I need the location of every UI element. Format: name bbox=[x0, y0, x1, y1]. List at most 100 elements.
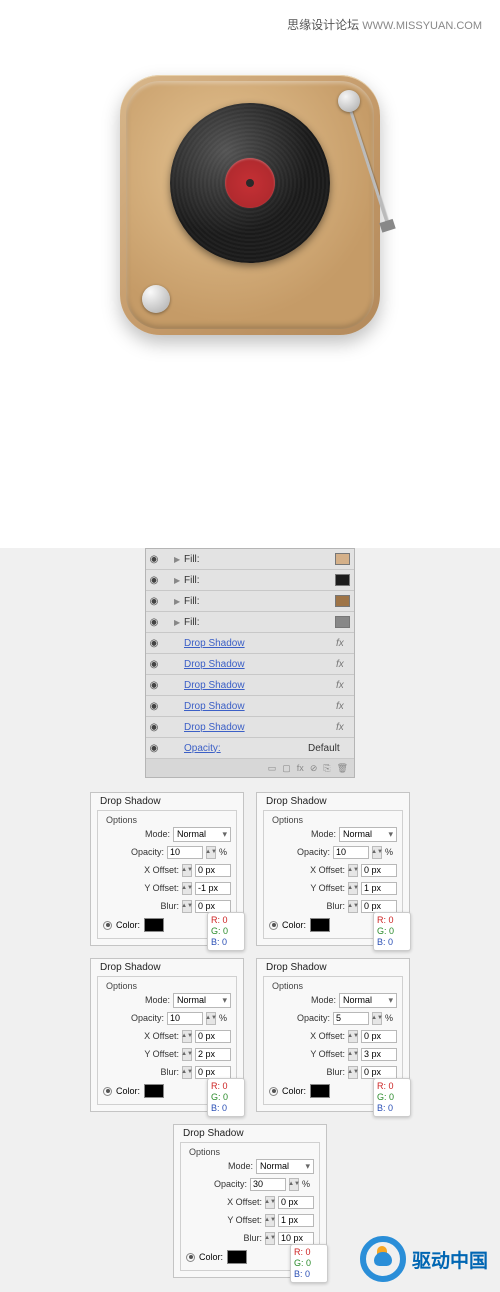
stepper-icon[interactable]: ▲▼ bbox=[182, 1048, 192, 1061]
yoffset-input[interactable]: 1 px bbox=[278, 1214, 314, 1227]
duplicate-icon[interactable]: ⎘ bbox=[323, 763, 330, 774]
effect-row[interactable]: ◉ Drop Shadow fx bbox=[146, 696, 354, 717]
visibility-icon[interactable]: ◉ bbox=[146, 680, 162, 691]
mode-select[interactable]: Normal bbox=[173, 993, 231, 1008]
disclosure-icon[interactable]: ▶ bbox=[174, 555, 184, 564]
opacity-row[interactable]: ◉ Opacity: Default bbox=[146, 738, 354, 759]
rgb-g: G: 0 bbox=[211, 926, 241, 937]
blur-input[interactable]: 0 px bbox=[195, 1066, 231, 1079]
visibility-icon[interactable]: ◉ bbox=[146, 617, 162, 628]
stepper-icon[interactable]: ▲▼ bbox=[265, 1232, 275, 1245]
color-swatch[interactable] bbox=[335, 616, 350, 628]
new-fill-icon[interactable]: ▭ bbox=[268, 763, 277, 774]
fill-row[interactable]: ◉ ▶ Fill: bbox=[146, 549, 354, 570]
fill-row[interactable]: ◉ ▶ Fill: bbox=[146, 570, 354, 591]
stepper-icon[interactable]: ▲▼ bbox=[265, 1196, 275, 1209]
effect-row[interactable]: ◉ Drop Shadow fx bbox=[146, 654, 354, 675]
effect-row[interactable]: ◉ Drop Shadow fx bbox=[146, 717, 354, 738]
stepper-icon[interactable]: ▲▼ bbox=[348, 864, 358, 877]
color-radio[interactable] bbox=[103, 1087, 112, 1096]
blur-input[interactable]: 0 px bbox=[361, 1066, 397, 1079]
visibility-icon[interactable]: ◉ bbox=[146, 596, 162, 607]
visibility-icon[interactable]: ◉ bbox=[146, 722, 162, 733]
stepper-icon[interactable]: ▲▼ bbox=[372, 846, 382, 859]
effect-link[interactable]: Drop Shadow bbox=[184, 680, 336, 691]
opacity-input[interactable]: 10 bbox=[167, 1012, 203, 1025]
color-radio[interactable] bbox=[186, 1253, 195, 1262]
yoffset-input[interactable]: 3 px bbox=[361, 1048, 397, 1061]
xoffset-input[interactable]: 0 px bbox=[361, 864, 397, 877]
color-swatch[interactable] bbox=[144, 1084, 164, 1098]
blur-input[interactable]: 10 px bbox=[278, 1232, 314, 1245]
effect-link[interactable]: Drop Shadow bbox=[184, 638, 336, 649]
fill-row[interactable]: ◉ ▶ Fill: bbox=[146, 612, 354, 633]
color-swatch[interactable] bbox=[310, 1084, 330, 1098]
opacity-input[interactable]: 10 bbox=[167, 846, 203, 859]
yoffset-input[interactable]: 1 px bbox=[361, 882, 397, 895]
opacity-input[interactable]: 10 bbox=[333, 846, 369, 859]
options-legend: Options bbox=[269, 981, 306, 991]
opacity-input[interactable]: 30 bbox=[250, 1178, 286, 1191]
stepper-icon[interactable]: ▲▼ bbox=[348, 1066, 358, 1079]
stepper-icon[interactable]: ▲▼ bbox=[372, 1012, 382, 1025]
visibility-icon[interactable]: ◉ bbox=[146, 659, 162, 670]
stepper-icon[interactable]: ▲▼ bbox=[206, 1012, 216, 1025]
effect-link[interactable]: Drop Shadow bbox=[184, 659, 336, 670]
yoffset-input[interactable]: 2 px bbox=[195, 1048, 231, 1061]
disclosure-icon[interactable]: ▶ bbox=[174, 576, 184, 585]
effect-link[interactable]: Drop Shadow bbox=[184, 722, 336, 733]
stepper-icon[interactable]: ▲▼ bbox=[182, 1066, 192, 1079]
color-radio[interactable] bbox=[269, 1087, 278, 1096]
color-swatch[interactable] bbox=[335, 553, 350, 565]
mode-select[interactable]: Normal bbox=[339, 993, 397, 1008]
mode-select[interactable]: Normal bbox=[339, 827, 397, 842]
xoffset-input[interactable]: 0 px bbox=[361, 1030, 397, 1043]
record-label-icon bbox=[225, 158, 275, 208]
visibility-icon[interactable]: ◉ bbox=[146, 638, 162, 649]
stepper-icon[interactable]: ▲▼ bbox=[348, 1030, 358, 1043]
color-radio[interactable] bbox=[103, 921, 112, 930]
stepper-icon[interactable]: ▲▼ bbox=[265, 1214, 275, 1227]
mode-select[interactable]: Normal bbox=[256, 1159, 314, 1174]
effect-row[interactable]: ◉ Drop Shadow fx bbox=[146, 675, 354, 696]
stepper-icon[interactable]: ▲▼ bbox=[206, 846, 216, 859]
color-swatch[interactable] bbox=[310, 918, 330, 932]
stepper-icon[interactable]: ▲▼ bbox=[348, 882, 358, 895]
clear-icon[interactable]: ⊘ bbox=[310, 763, 318, 774]
xoffset-input[interactable]: 0 px bbox=[195, 1030, 231, 1043]
visibility-icon[interactable]: ◉ bbox=[146, 701, 162, 712]
blur-input[interactable]: 0 px bbox=[195, 900, 231, 913]
stepper-icon[interactable]: ▲▼ bbox=[348, 900, 358, 913]
stepper-icon[interactable]: ▲▼ bbox=[182, 864, 192, 877]
visibility-icon[interactable]: ◉ bbox=[146, 575, 162, 586]
visibility-icon[interactable]: ◉ bbox=[146, 554, 162, 565]
xoffset-input[interactable]: 0 px bbox=[278, 1196, 314, 1209]
color-swatch[interactable] bbox=[335, 574, 350, 586]
stepper-icon[interactable]: ▲▼ bbox=[182, 882, 192, 895]
disclosure-icon[interactable]: ▶ bbox=[174, 618, 184, 627]
stepper-icon[interactable]: ▲▼ bbox=[182, 1030, 192, 1043]
blur-input[interactable]: 0 px bbox=[361, 900, 397, 913]
opacity-label[interactable]: Opacity: bbox=[184, 743, 308, 754]
opacity-input[interactable]: 5 bbox=[333, 1012, 369, 1025]
effect-link[interactable]: Drop Shadow bbox=[184, 701, 336, 712]
color-swatch[interactable] bbox=[335, 595, 350, 607]
new-stroke-icon[interactable]: ▢ bbox=[282, 763, 291, 774]
yoffset-input[interactable]: -1 px bbox=[195, 882, 231, 895]
stepper-icon[interactable]: ▲▼ bbox=[289, 1178, 299, 1191]
visibility-icon[interactable]: ◉ bbox=[146, 743, 162, 754]
xoffset-input[interactable]: 0 px bbox=[195, 864, 231, 877]
stepper-icon[interactable]: ▲▼ bbox=[182, 900, 192, 913]
disclosure-icon[interactable]: ▶ bbox=[174, 597, 184, 606]
color-swatch[interactable] bbox=[144, 918, 164, 932]
blur-label: Blur: bbox=[269, 1067, 345, 1077]
color-radio[interactable] bbox=[269, 921, 278, 930]
fill-row[interactable]: ◉ ▶ Fill: bbox=[146, 591, 354, 612]
site-logo: 驱动中国 bbox=[360, 1236, 488, 1282]
color-swatch[interactable] bbox=[227, 1250, 247, 1264]
stepper-icon[interactable]: ▲▼ bbox=[348, 1048, 358, 1061]
trash-icon[interactable]: 🗑 bbox=[337, 763, 348, 774]
effect-row[interactable]: ◉ Drop Shadow fx bbox=[146, 633, 354, 654]
mode-select[interactable]: Normal bbox=[173, 827, 231, 842]
fx-icon[interactable]: fx bbox=[297, 763, 304, 773]
